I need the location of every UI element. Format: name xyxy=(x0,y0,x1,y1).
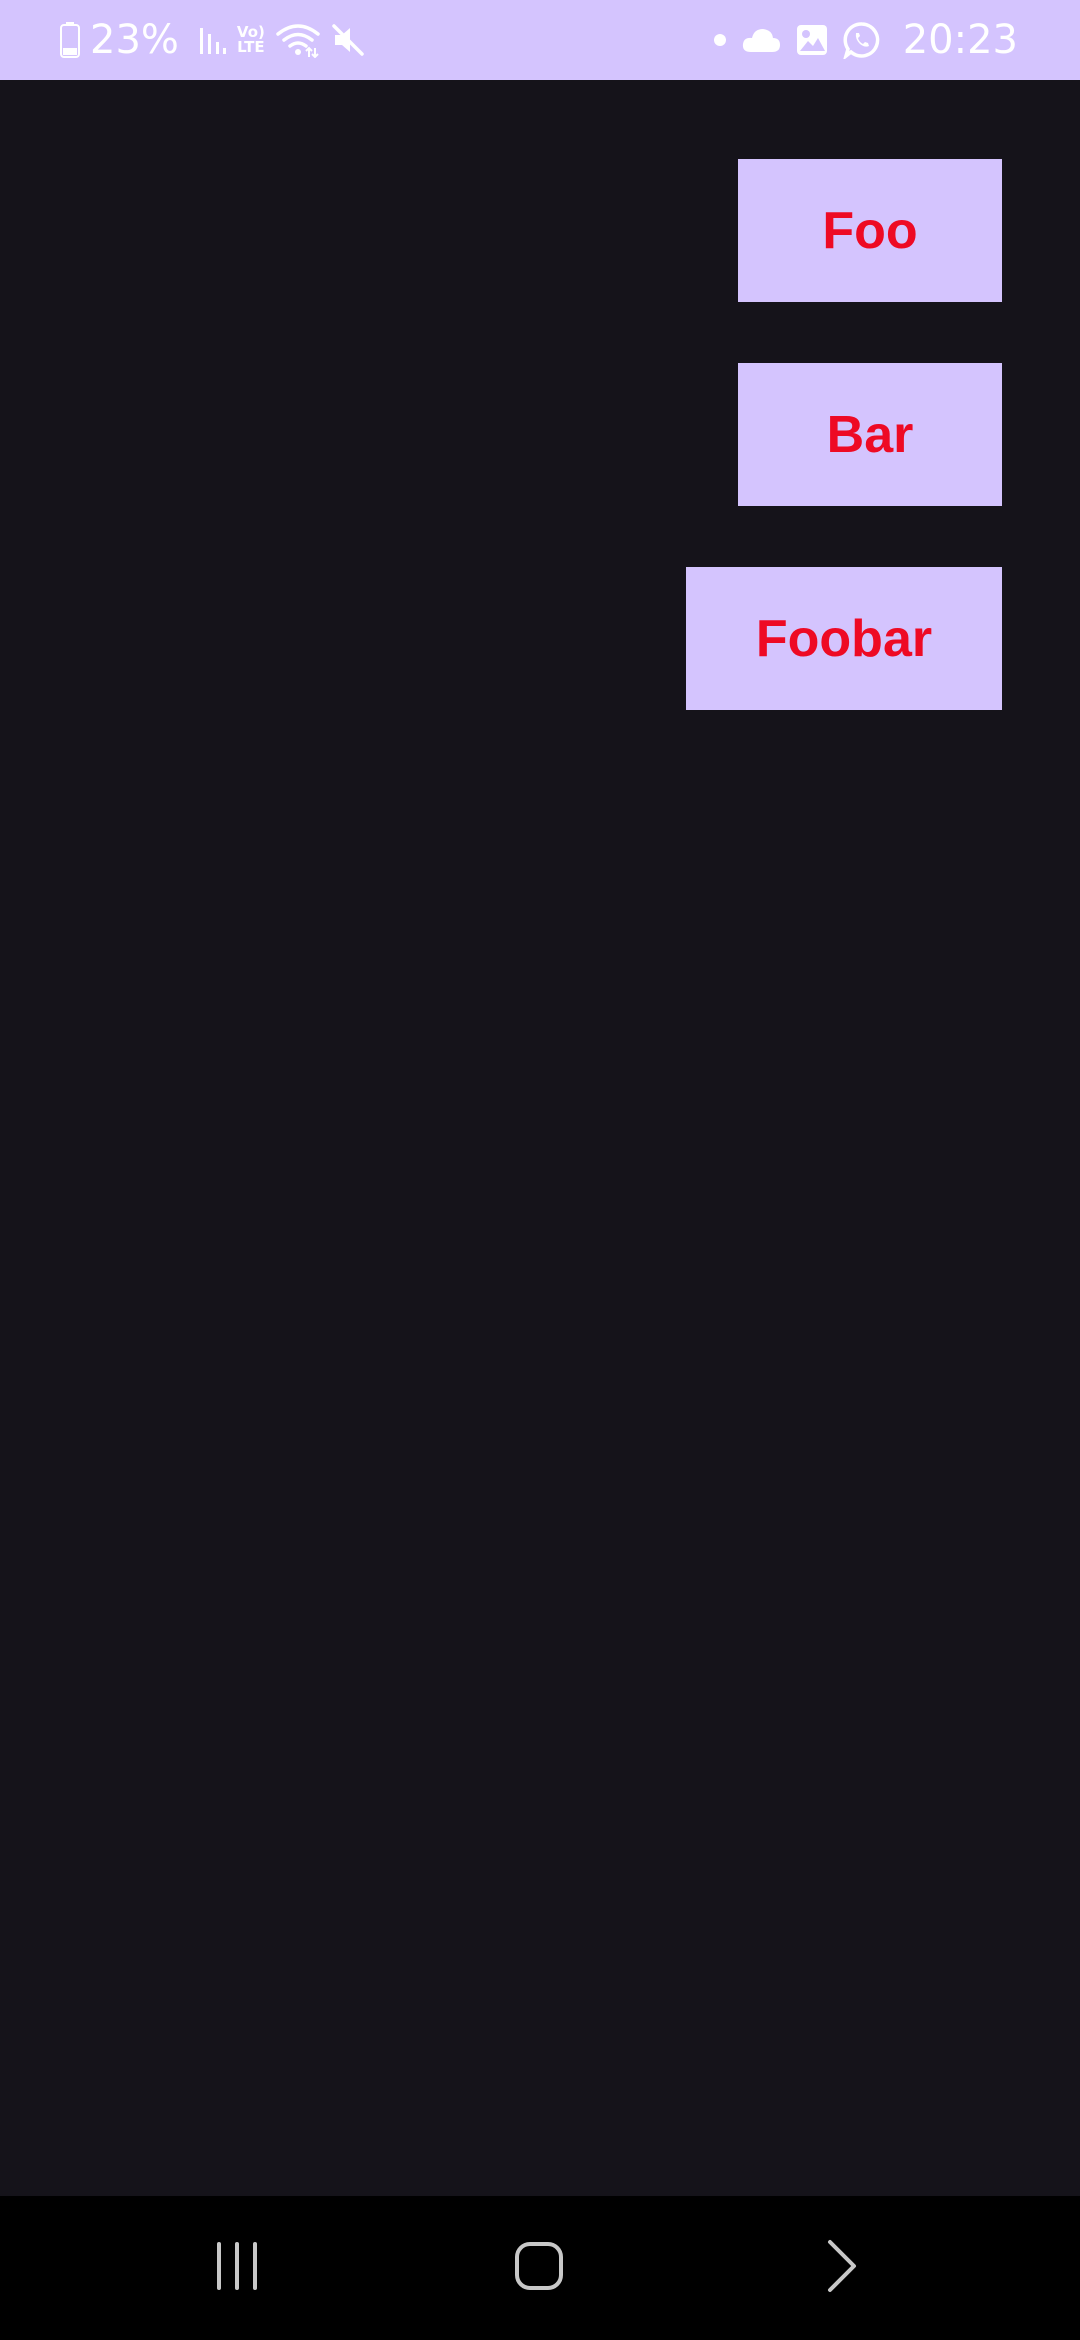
volte-bottom-label: LTE xyxy=(237,38,265,56)
status-bar-left: 23% Vo) LTE xyxy=(60,0,365,80)
whatsapp-icon xyxy=(843,21,881,59)
status-bar: 23% Vo) LTE 20:23 xyxy=(0,0,1080,80)
gallery-icon xyxy=(795,23,829,57)
battery-percent: 23% xyxy=(90,17,179,63)
volte-icon: Vo) LTE xyxy=(237,25,265,55)
navigation-bar xyxy=(0,2196,1080,2340)
status-bar-right: 20:23 xyxy=(713,0,1018,80)
app-screen: 23% Vo) LTE 20:23 Foo Bar Foobar xyxy=(0,0,1080,2340)
notification-dot-icon xyxy=(713,33,727,47)
recents-button[interactable] xyxy=(157,2196,317,2340)
home-button[interactable] xyxy=(459,2196,619,2340)
bar-button[interactable]: Bar xyxy=(738,363,1002,506)
foo-button[interactable]: Foo xyxy=(738,159,1002,302)
back-icon xyxy=(826,2239,858,2298)
mute-icon xyxy=(331,23,365,57)
cloud-icon xyxy=(741,26,781,54)
signal-icon xyxy=(199,24,227,56)
wifi-icon xyxy=(275,22,321,58)
back-button[interactable] xyxy=(762,2196,922,2340)
home-icon xyxy=(514,2241,564,2296)
battery-icon xyxy=(60,22,80,58)
clock: 20:23 xyxy=(902,17,1018,63)
recents-icon xyxy=(214,2241,260,2295)
foobar-button[interactable]: Foobar xyxy=(686,567,1002,710)
